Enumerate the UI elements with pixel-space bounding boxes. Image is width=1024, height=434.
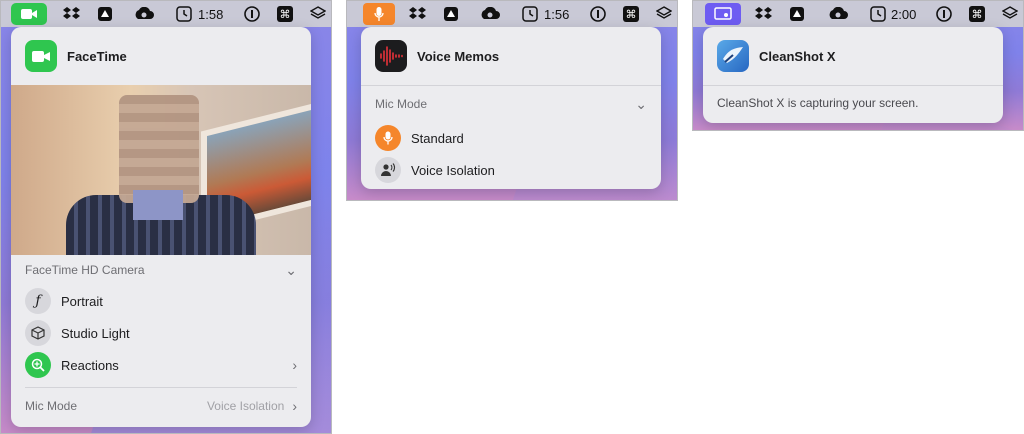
creative-cloud-icon[interactable] xyxy=(131,3,157,25)
mic-mode-label: Mic Mode xyxy=(375,97,428,111)
drive-icon[interactable] xyxy=(95,3,115,25)
capture-status-message: CleanShot X is capturing your screen. xyxy=(717,96,919,110)
timer-icon[interactable] xyxy=(521,3,539,25)
cleanshot-screenshot: 2:00 ⌘ CleanShot X CleanShot X is captur… xyxy=(692,0,1024,131)
reactions-label: Reactions xyxy=(61,357,119,373)
chevron-down-icon[interactable]: ⌄ xyxy=(285,262,297,279)
screen-record-icon xyxy=(714,7,732,20)
video-camera-icon xyxy=(21,9,37,19)
drive-icon[interactable] xyxy=(787,3,807,25)
microphone-icon xyxy=(375,125,401,151)
standard-label: Standard xyxy=(411,130,464,146)
mic-mode-section[interactable]: Mic Mode ⌄ xyxy=(361,86,661,122)
svg-text:⌘: ⌘ xyxy=(972,8,983,21)
voice-isolation-icon xyxy=(375,157,401,183)
app-title: Voice Memos xyxy=(417,48,500,64)
microphone-icon xyxy=(374,7,384,21)
creative-cloud-icon[interactable] xyxy=(825,3,851,25)
app-title: FaceTime xyxy=(67,48,127,64)
clock-text: 1:56 xyxy=(544,6,570,22)
panel-header: FaceTime xyxy=(11,27,311,85)
facetime-screenshot: 1:58 ⌘ FaceTime FaceTime HD Camera ⌄ ƒ P… xyxy=(0,0,332,434)
app-title: CleanShot X xyxy=(759,48,836,64)
reactions-row[interactable]: Reactions › xyxy=(11,349,311,381)
microphone-indicator-button[interactable] xyxy=(363,3,395,25)
mic-mode-label: Mic Mode xyxy=(25,399,78,413)
dropbox-icon[interactable] xyxy=(407,3,429,25)
dropbox-icon[interactable] xyxy=(753,3,775,25)
chevron-down-icon[interactable]: ⌄ xyxy=(635,96,647,113)
onepassword-icon[interactable] xyxy=(243,3,261,25)
chevron-right-icon: › xyxy=(292,398,297,414)
layers-icon[interactable] xyxy=(1001,3,1019,25)
portrait-label: Portrait xyxy=(61,293,103,309)
cleanshot-app-icon xyxy=(717,40,749,72)
svg-text:⌘: ⌘ xyxy=(280,8,291,21)
timer-icon[interactable] xyxy=(175,3,193,25)
voice-memos-control-panel: Voice Memos Mic Mode ⌄ Standard Voice Is… xyxy=(361,27,661,189)
camera-label: FaceTime HD Camera xyxy=(25,263,145,277)
portrait-row[interactable]: ƒ Portrait xyxy=(11,285,311,317)
standard-row[interactable]: Standard xyxy=(361,122,661,154)
command-icon[interactable]: ⌘ xyxy=(276,3,294,25)
camera-indicator-button[interactable] xyxy=(11,3,47,25)
svg-text:⌘: ⌘ xyxy=(626,8,637,21)
chevron-right-icon: › xyxy=(292,357,297,373)
panel-header: Voice Memos xyxy=(361,27,661,85)
voice-isolation-row[interactable]: Voice Isolation xyxy=(361,154,661,186)
reactions-icon xyxy=(25,352,51,378)
voice-isolation-label: Voice Isolation xyxy=(411,162,495,178)
menu-bar: 1:56 ⌘ xyxy=(347,1,677,27)
collar-shape xyxy=(133,190,183,220)
command-icon[interactable]: ⌘ xyxy=(622,3,640,25)
menu-bar: 1:58 ⌘ xyxy=(1,1,331,27)
drive-icon[interactable] xyxy=(441,3,461,25)
voice-memos-screenshot: 1:56 ⌘ Voice Memos Mic Mode ⌄ Standard V… xyxy=(346,0,678,201)
layers-icon[interactable] xyxy=(309,3,327,25)
onepassword-icon[interactable] xyxy=(589,3,607,25)
creative-cloud-icon[interactable] xyxy=(477,3,503,25)
pixelated-face xyxy=(119,95,199,203)
clock-text: 2:00 xyxy=(891,6,917,22)
cleanshot-control-panel: CleanShot X CleanShot X is capturing you… xyxy=(703,27,1003,123)
camera-section[interactable]: FaceTime HD Camera ⌄ xyxy=(11,255,311,285)
dropbox-icon[interactable] xyxy=(61,3,83,25)
command-icon[interactable]: ⌘ xyxy=(968,3,986,25)
facetime-app-icon xyxy=(25,40,57,72)
facetime-control-panel: FaceTime FaceTime HD Camera ⌄ ƒ Portrait… xyxy=(11,27,311,427)
studio-light-row[interactable]: Studio Light xyxy=(11,317,311,349)
layers-icon[interactable] xyxy=(655,3,673,25)
voice-memos-app-icon xyxy=(375,40,407,72)
camera-preview xyxy=(11,85,311,255)
mic-mode-row[interactable]: Mic Mode Voice Isolation › xyxy=(11,388,311,424)
screen-capture-indicator-button[interactable] xyxy=(705,3,741,25)
menu-bar: 2:00 ⌘ xyxy=(693,1,1023,27)
studio-light-label: Studio Light xyxy=(61,325,130,341)
onepassword-icon[interactable] xyxy=(935,3,953,25)
cube-icon xyxy=(25,320,51,346)
timer-icon[interactable] xyxy=(869,3,887,25)
clock-text: 1:58 xyxy=(198,6,224,22)
mic-mode-value: Voice Isolation xyxy=(206,399,285,413)
f-icon: ƒ xyxy=(25,288,51,314)
panel-header: CleanShot X xyxy=(703,27,1003,85)
